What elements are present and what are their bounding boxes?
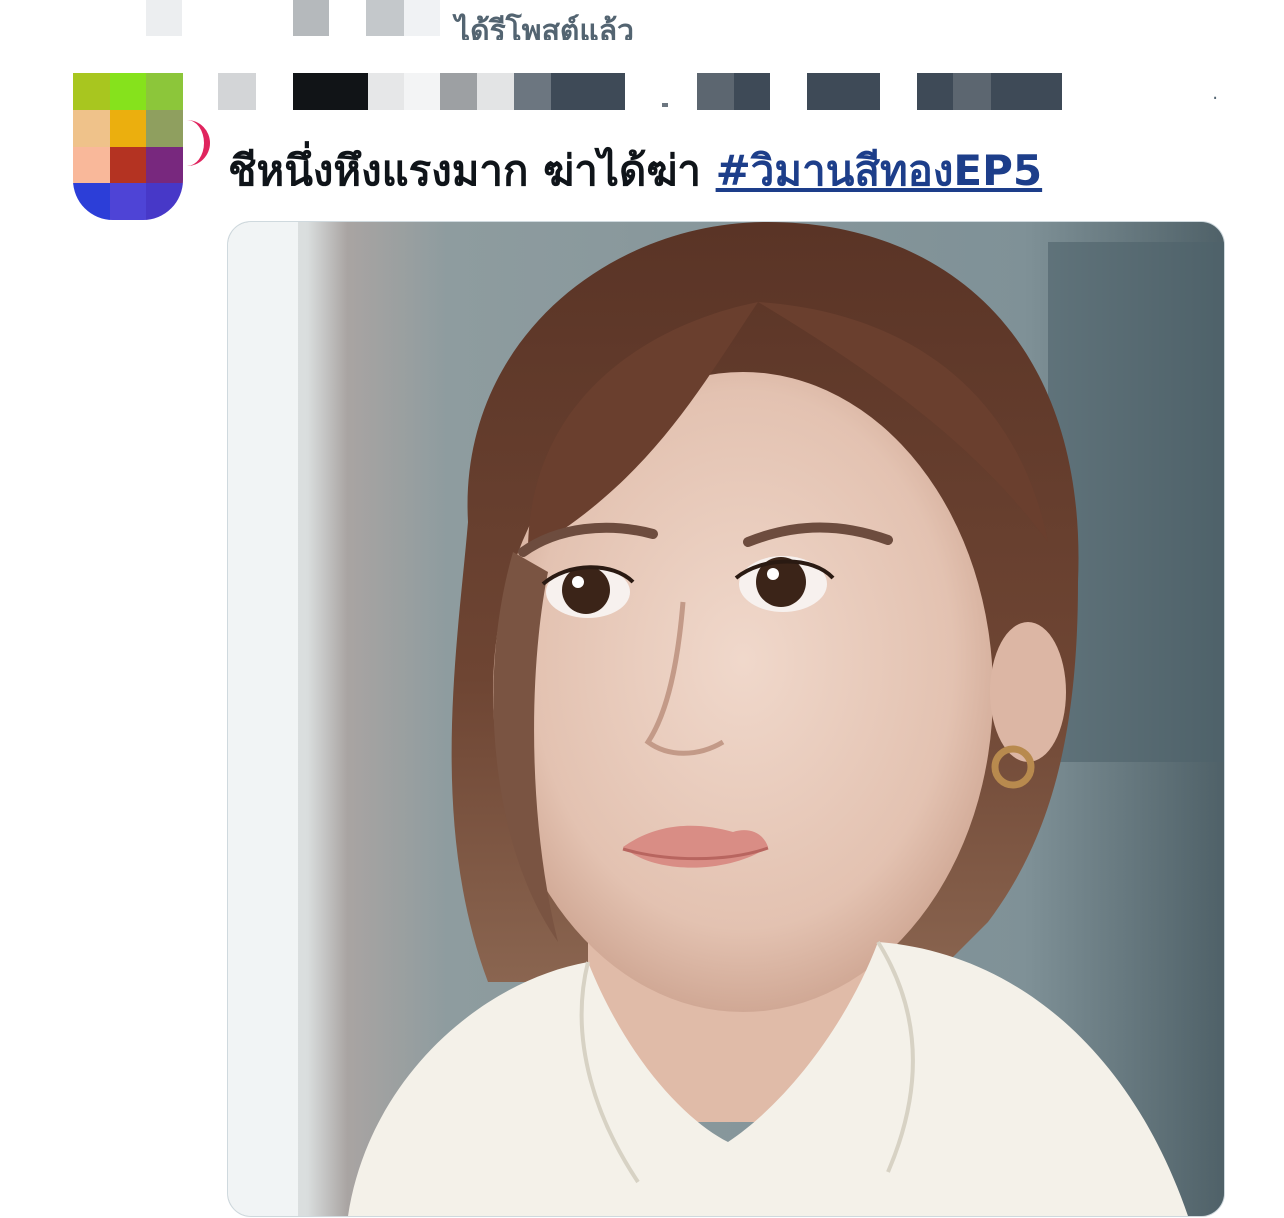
repost-context: ได้รีโพสต์แล้ว — [0, 0, 1284, 40]
repost-label: ได้รีโพสต์แล้ว — [455, 14, 634, 40]
photo-illustration — [228, 222, 1224, 1216]
tweet-text: ชีหนึ่งหึงแรงมาก ฆ่าได้ฆ่า #วิมานสีทองEP… — [228, 138, 1042, 204]
more-icon[interactable]: ⋅ — [1212, 88, 1218, 109]
user-name-row[interactable] — [218, 73, 1078, 110]
tweet-photo[interactable] — [227, 221, 1225, 1217]
hashtag-link[interactable]: #วิมานสีทองEP5 — [716, 146, 1043, 195]
tweet-body: ชีหนึ่งหึงแรงมาก ฆ่าได้ฆ่า — [228, 146, 701, 195]
avatar-story-ring — [182, 120, 210, 166]
avatar[interactable] — [73, 73, 183, 220]
